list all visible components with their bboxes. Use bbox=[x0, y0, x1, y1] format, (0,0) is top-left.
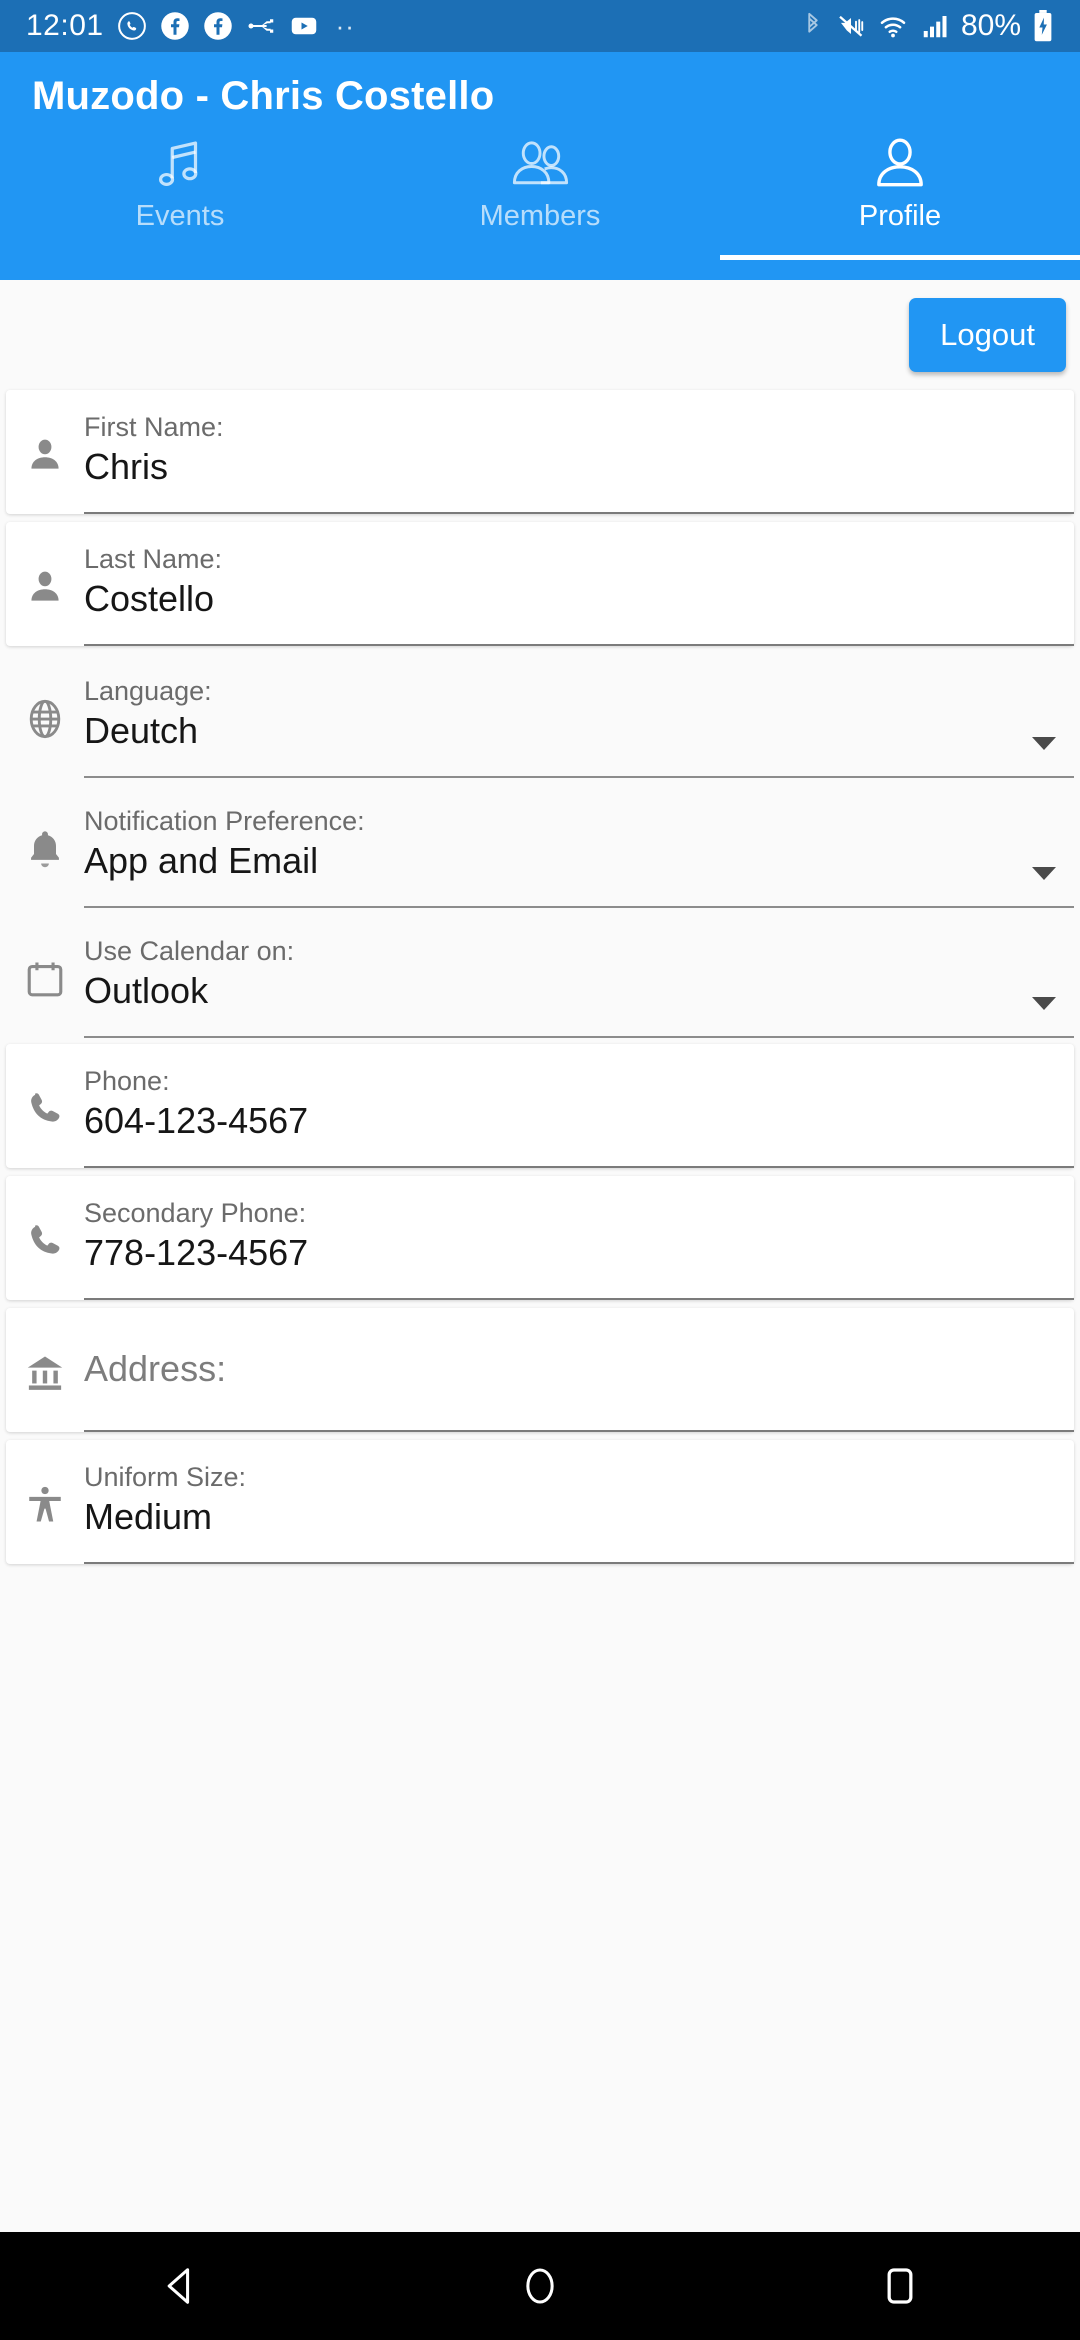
android-nav-bar bbox=[0, 2232, 1080, 2340]
music-note-icon bbox=[149, 134, 211, 196]
battery-percentage: 80% bbox=[961, 9, 1021, 43]
profile-form: Logout First Name:ChrisLast Name:Costell… bbox=[0, 280, 1080, 2232]
person-icon bbox=[6, 522, 84, 646]
ringer-vibrate-off-icon bbox=[836, 11, 866, 41]
status-overflow-dots: ·· bbox=[336, 11, 355, 42]
field-row[interactable]: Use Calendar on:Outlook bbox=[6, 914, 1074, 1038]
back-button[interactable] bbox=[105, 2232, 255, 2340]
field-body: Notification Preference:App and Email bbox=[84, 784, 1074, 908]
bluetooth-icon bbox=[801, 11, 825, 41]
field-body: First Name:Chris bbox=[84, 390, 1074, 514]
field-body: Last Name:Costello bbox=[84, 522, 1074, 646]
status-clock: 12:01 bbox=[26, 9, 104, 43]
field-value[interactable]: Deutch bbox=[84, 707, 1074, 772]
field-label: Secondary Phone: bbox=[84, 1197, 1074, 1229]
logout-button[interactable]: Logout bbox=[909, 298, 1066, 372]
logout-row: Logout bbox=[0, 280, 1080, 390]
tab-events[interactable]: Events bbox=[0, 134, 360, 256]
field-body: Use Calendar on:Outlook bbox=[84, 914, 1074, 1038]
status-bar-left: 12:01 ·· bbox=[26, 9, 355, 43]
field-row[interactable]: Last Name:Costello bbox=[6, 522, 1074, 646]
chevron-down-icon[interactable] bbox=[1032, 997, 1056, 1010]
whatsapp-icon bbox=[117, 11, 147, 41]
field-row[interactable]: Phone:604-123-4567 bbox=[6, 1044, 1074, 1168]
cellular-signal-icon bbox=[920, 11, 950, 41]
field-label: Use Calendar on: bbox=[84, 935, 1074, 967]
field-label: Uniform Size: bbox=[84, 1461, 1074, 1493]
field-value[interactable]: Costello bbox=[84, 575, 1074, 640]
field-value[interactable]: Outlook bbox=[84, 967, 1074, 1032]
field-label: Language: bbox=[84, 675, 1074, 707]
field-row[interactable]: Notification Preference:App and Email bbox=[6, 784, 1074, 908]
field-row[interactable]: Address: bbox=[6, 1308, 1074, 1432]
field-row[interactable]: Language:Deutch bbox=[6, 654, 1074, 778]
bell-icon bbox=[6, 784, 84, 908]
person-icon bbox=[869, 134, 931, 196]
phone-screen: 12:01 ·· bbox=[0, 0, 1080, 2340]
field-row[interactable]: Secondary Phone:778-123-4567 bbox=[6, 1176, 1074, 1300]
field-label: First Name: bbox=[84, 411, 1074, 443]
tab-bar: Events Members bbox=[0, 134, 1080, 256]
status-bar: 12:01 ·· bbox=[0, 0, 1080, 52]
facebook-icon bbox=[160, 11, 190, 41]
globe-icon bbox=[6, 654, 84, 778]
field-placeholder: Address: bbox=[84, 1345, 1074, 1410]
bank-icon bbox=[6, 1308, 84, 1432]
field-body: Secondary Phone:778-123-4567 bbox=[84, 1176, 1074, 1300]
group-people-icon bbox=[508, 134, 572, 196]
chevron-down-icon[interactable] bbox=[1032, 737, 1056, 750]
field-label: Last Name: bbox=[84, 543, 1074, 575]
field-value[interactable]: App and Email bbox=[84, 837, 1074, 902]
field-list: First Name:ChrisLast Name:CostelloLangua… bbox=[0, 390, 1080, 1564]
field-body: Language:Deutch bbox=[84, 654, 1074, 778]
tab-label-profile: Profile bbox=[859, 202, 941, 231]
status-bar-right: 80% bbox=[801, 9, 1054, 43]
field-value[interactable]: 604-123-4567 bbox=[84, 1097, 1074, 1162]
wifi-icon bbox=[877, 11, 909, 41]
accessibility-icon bbox=[6, 1440, 84, 1564]
field-value[interactable]: Medium bbox=[84, 1493, 1074, 1558]
person-icon bbox=[6, 390, 84, 514]
phone-icon bbox=[6, 1176, 84, 1300]
recents-button[interactable] bbox=[825, 2232, 975, 2340]
field-row[interactable]: Uniform Size:Medium bbox=[6, 1440, 1074, 1564]
field-label: Notification Preference: bbox=[84, 805, 1074, 837]
battery-charging-icon bbox=[1032, 10, 1054, 42]
page-title: Muzodo - Chris Costello bbox=[0, 52, 1080, 118]
field-body: Address: bbox=[84, 1308, 1074, 1432]
youtube-icon bbox=[289, 11, 319, 41]
field-label: Phone: bbox=[84, 1065, 1074, 1097]
usb-icon bbox=[246, 11, 276, 41]
chevron-down-icon[interactable] bbox=[1032, 867, 1056, 880]
app-bar: Muzodo - Chris Costello Events bbox=[0, 52, 1080, 280]
home-button[interactable] bbox=[465, 2232, 615, 2340]
field-value[interactable]: Chris bbox=[84, 443, 1074, 508]
tab-profile[interactable]: Profile bbox=[720, 134, 1080, 256]
field-body: Uniform Size:Medium bbox=[84, 1440, 1074, 1564]
facebook-icon bbox=[203, 11, 233, 41]
tab-label-members: Members bbox=[480, 202, 601, 231]
tab-members[interactable]: Members bbox=[360, 134, 720, 256]
field-body: Phone:604-123-4567 bbox=[84, 1044, 1074, 1168]
field-value[interactable]: 778-123-4567 bbox=[84, 1229, 1074, 1294]
calendar-icon bbox=[6, 914, 84, 1038]
tab-label-events: Events bbox=[136, 202, 225, 231]
field-row[interactable]: First Name:Chris bbox=[6, 390, 1074, 514]
phone-icon bbox=[6, 1044, 84, 1168]
